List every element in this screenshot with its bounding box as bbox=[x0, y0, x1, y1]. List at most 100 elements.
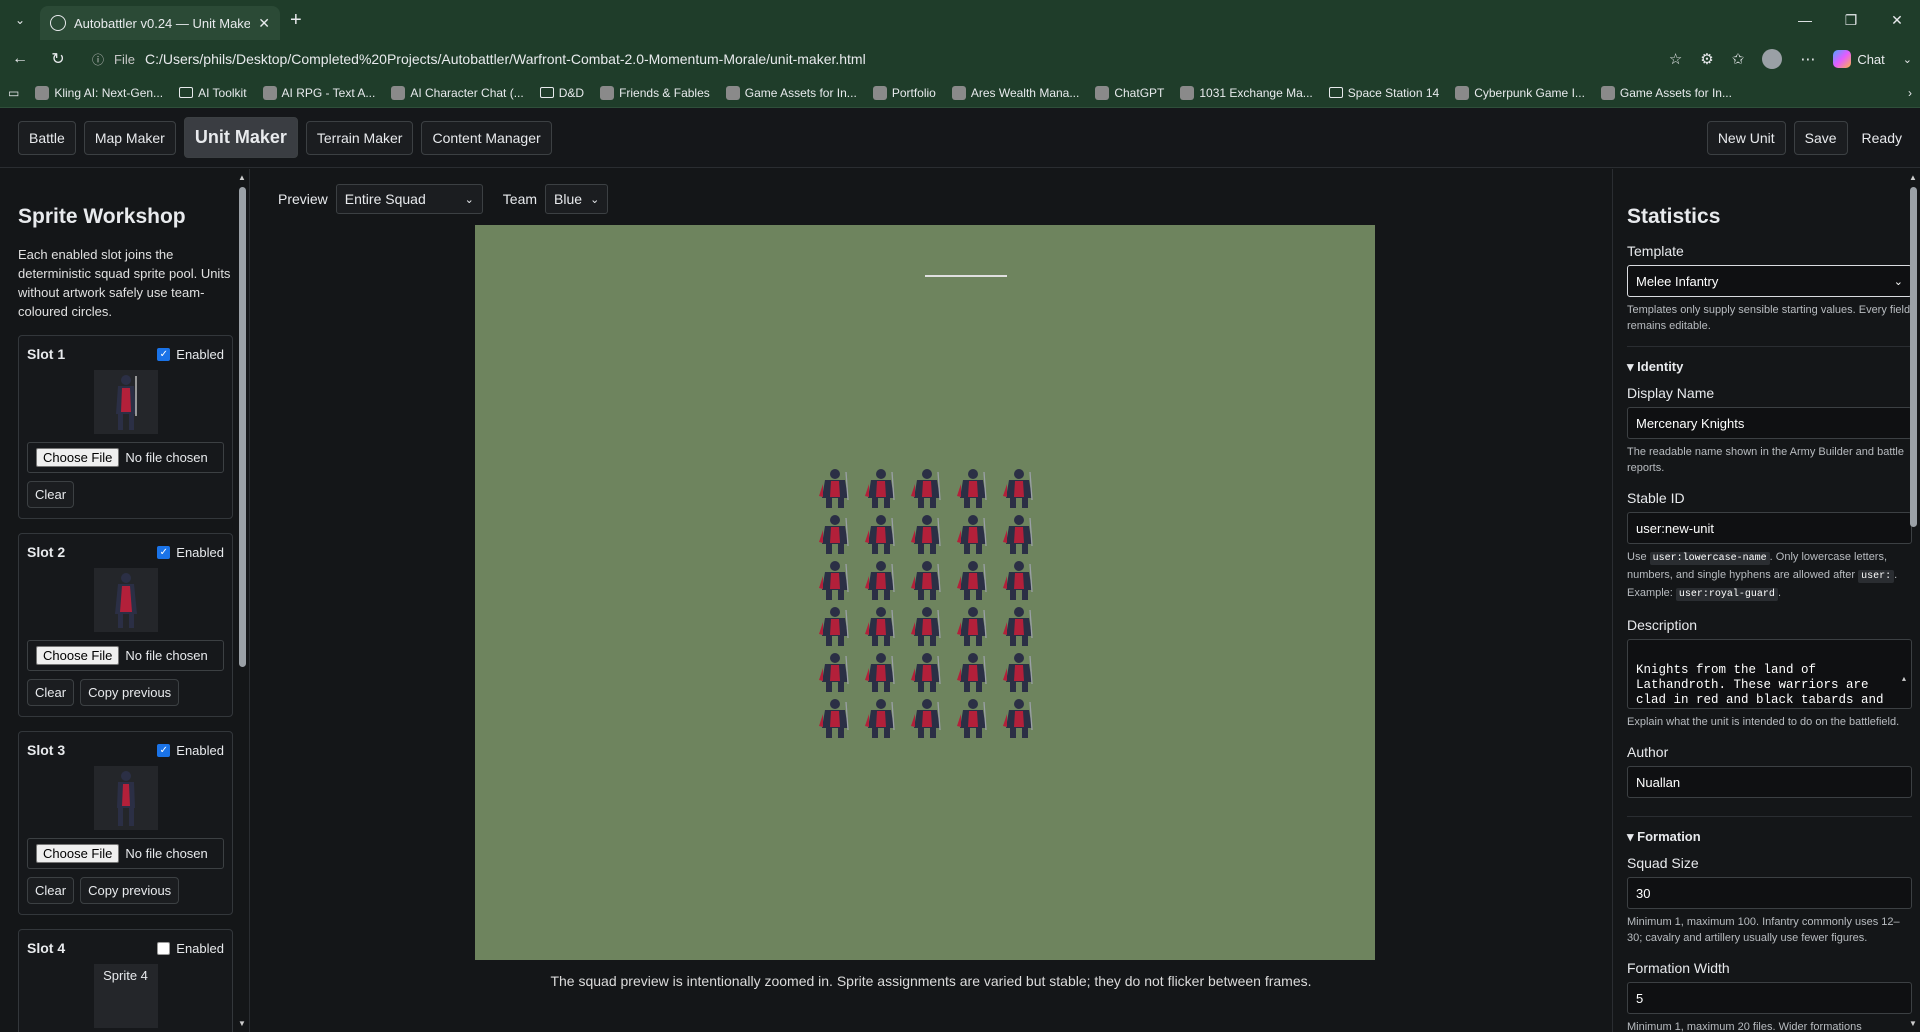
clear-button[interactable]: Clear bbox=[27, 877, 75, 904]
chevron-down-icon[interactable]: ⌄ bbox=[1903, 53, 1912, 66]
bookmark-item[interactable]: Space Station 14 bbox=[1328, 86, 1439, 100]
bookmark-item[interactable]: D&D bbox=[539, 86, 584, 100]
choose-file-button[interactable]: Choose File bbox=[36, 448, 120, 467]
template-select[interactable]: Melee Infantry ⌄ bbox=[1627, 265, 1912, 297]
back-arrow-icon[interactable]: ← bbox=[8, 50, 32, 68]
author-input[interactable]: Nuallan bbox=[1627, 766, 1912, 798]
scroll-down-arrow-icon[interactable]: ▼ bbox=[1908, 1019, 1918, 1028]
file-input[interactable]: Choose File No file chosen bbox=[27, 640, 224, 671]
profile-avatar[interactable] bbox=[1762, 49, 1783, 69]
url-text[interactable]: C:/Users/phils/Desktop/Completed%20Proje… bbox=[145, 51, 866, 67]
restore-icon[interactable]: ❐ bbox=[1828, 0, 1874, 40]
statistics-panel: Statistics Template Melee Infantry ⌄ Temp… bbox=[1612, 169, 1920, 1032]
squad-soldier-sprite bbox=[1003, 607, 1033, 646]
choose-file-button[interactable]: Choose File bbox=[36, 844, 120, 863]
url-field[interactable]: ⓘ File C:/Users/phils/Desktop/Completed%… bbox=[84, 44, 1655, 74]
bookmark-item[interactable]: Game Assets for In... bbox=[1600, 85, 1732, 100]
bookmark-item[interactable]: AI RPG - Text A... bbox=[262, 85, 375, 100]
bookmark-item[interactable]: Game Assets for In... bbox=[725, 85, 857, 100]
reload-icon[interactable]: ↻ bbox=[46, 49, 70, 69]
folder-icon bbox=[179, 87, 194, 98]
formation-width-input[interactable]: 5 bbox=[1627, 982, 1912, 1014]
chevron-down-icon: ⌄ bbox=[1893, 275, 1903, 288]
right-scrollbar[interactable]: ▲ ▼ bbox=[1908, 173, 1918, 1028]
checkmark-icon[interactable]: ✓ bbox=[157, 347, 171, 361]
star-icon[interactable]: ☆ bbox=[1669, 50, 1682, 68]
preview-select[interactable]: Entire Squad ⌄ bbox=[335, 184, 483, 214]
enabled-checkbox[interactable]: ✓ Enabled bbox=[157, 742, 224, 758]
checkmark-icon[interactable]: ✓ bbox=[157, 743, 171, 757]
bookmark-item[interactable]: Friends & Fables bbox=[600, 85, 710, 100]
description-textarea[interactable]: Knights from the land of Lathandroth. Th… bbox=[1627, 639, 1912, 709]
save-button[interactable]: Save bbox=[1793, 120, 1848, 155]
bookmark-favicon-icon bbox=[600, 85, 615, 100]
enabled-checkbox[interactable]: ✓ Enabled bbox=[157, 544, 224, 560]
browser-tab[interactable]: Autobattler v0.24 — Unit Maker ✕ bbox=[40, 6, 280, 40]
tab-battle[interactable]: Battle bbox=[18, 120, 76, 155]
scroll-thumb[interactable] bbox=[1910, 187, 1917, 527]
bookmark-item[interactable]: AI Toolkit bbox=[179, 86, 247, 100]
close-icon[interactable]: ✕ bbox=[258, 15, 270, 32]
formation-section-toggle[interactable]: ▾ Formation bbox=[1627, 816, 1912, 845]
display-name-input[interactable]: Mercenary Knights bbox=[1627, 407, 1912, 439]
window-close-icon[interactable]: ✕ bbox=[1874, 0, 1920, 40]
bookmark-item[interactable]: Kling AI: Next-Gen... bbox=[35, 85, 163, 100]
tab-search-chevron-icon[interactable]: ⌄ bbox=[6, 6, 34, 34]
enabled-checkbox[interactable]: Enabled bbox=[157, 940, 224, 956]
chat-button[interactable]: Chat bbox=[1833, 50, 1885, 68]
squad-soldier-sprite bbox=[957, 469, 987, 508]
bookmarks-overflow-chevron-icon[interactable]: › bbox=[1908, 86, 1912, 100]
squad-preview-canvas[interactable] bbox=[475, 225, 1375, 960]
bookmark-item[interactable]: Portfolio bbox=[872, 85, 936, 100]
file-input[interactable]: Choose File No file chosen bbox=[27, 838, 224, 869]
favorites-icon[interactable]: ✩ bbox=[1732, 50, 1745, 68]
left-scrollbar[interactable]: ▲ ▼ bbox=[237, 173, 247, 1028]
squad-soldier-sprite bbox=[819, 653, 849, 692]
new-tab-plus-icon[interactable]: + bbox=[290, 9, 302, 32]
team-select[interactable]: Blue ⌄ bbox=[545, 184, 609, 214]
squad-soldier-sprite bbox=[819, 607, 849, 646]
squad-soldier-sprite bbox=[1003, 469, 1033, 508]
copy-previous-button[interactable]: Copy previous bbox=[80, 877, 180, 904]
copy-previous-button[interactable]: Copy previous bbox=[80, 679, 180, 706]
bookmark-item[interactable]: AI Character Chat (... bbox=[391, 85, 524, 100]
checkmark-icon[interactable]: ✓ bbox=[157, 545, 171, 559]
scroll-up-arrow-icon[interactable]: ▲ bbox=[237, 173, 247, 182]
more-menu-icon[interactable]: ⋯ bbox=[1800, 50, 1815, 68]
info-icon[interactable]: ⓘ bbox=[92, 51, 104, 68]
tab-map-maker[interactable]: Map Maker bbox=[83, 120, 176, 155]
stable-id-input[interactable]: user:new-unit bbox=[1627, 512, 1912, 544]
file-input[interactable]: Choose File No file chosen bbox=[27, 442, 224, 473]
clear-button[interactable]: Clear bbox=[27, 481, 75, 508]
folder-icon bbox=[1328, 87, 1343, 98]
sprite-thumbnail bbox=[93, 766, 158, 830]
checkbox-empty-icon[interactable] bbox=[157, 941, 171, 955]
textarea-scrollbar[interactable]: ▲ ▼ bbox=[1900, 643, 1908, 684]
scroll-up-arrow-icon[interactable]: ▲ bbox=[1908, 173, 1918, 182]
bookmark-item[interactable]: 1031 Exchange Ma... bbox=[1180, 85, 1313, 100]
minimize-icon[interactable]: — bbox=[1782, 0, 1828, 40]
new-unit-button[interactable]: New Unit bbox=[1706, 120, 1786, 155]
squad-soldier-sprite bbox=[865, 515, 895, 554]
tab-content-manager[interactable]: Content Manager bbox=[421, 120, 552, 155]
squad-soldier-sprite bbox=[911, 699, 941, 738]
squad-morale-bar bbox=[925, 275, 1007, 277]
enabled-checkbox[interactable]: ✓ Enabled bbox=[157, 346, 224, 362]
tab-unit-maker[interactable]: Unit Maker bbox=[183, 117, 298, 158]
slot-title: Slot 3 bbox=[27, 742, 66, 758]
sidebar-toggle-icon[interactable]: ▭ bbox=[8, 86, 19, 100]
squad-size-input[interactable]: 30 bbox=[1627, 877, 1912, 909]
formation-width-label: Formation Width bbox=[1627, 960, 1730, 976]
bookmark-item[interactable]: Ares Wealth Mana... bbox=[951, 85, 1079, 100]
formation-width-hint: Minimum 1, maximum 20 files. Wider forma… bbox=[1627, 1021, 1862, 1032]
identity-section-toggle[interactable]: ▾ Identity bbox=[1627, 346, 1912, 375]
scroll-thumb[interactable] bbox=[239, 187, 246, 667]
extensions-icon[interactable]: ⚙ bbox=[1700, 50, 1713, 68]
squad-soldier-sprite bbox=[911, 515, 941, 554]
clear-button[interactable]: Clear bbox=[27, 679, 75, 706]
choose-file-button[interactable]: Choose File bbox=[36, 646, 120, 665]
scroll-down-arrow-icon[interactable]: ▼ bbox=[237, 1019, 247, 1028]
bookmark-item[interactable]: Cyberpunk Game I... bbox=[1455, 85, 1585, 100]
bookmark-item[interactable]: ChatGPT bbox=[1095, 85, 1164, 100]
tab-terrain-maker[interactable]: Terrain Maker bbox=[305, 120, 414, 155]
